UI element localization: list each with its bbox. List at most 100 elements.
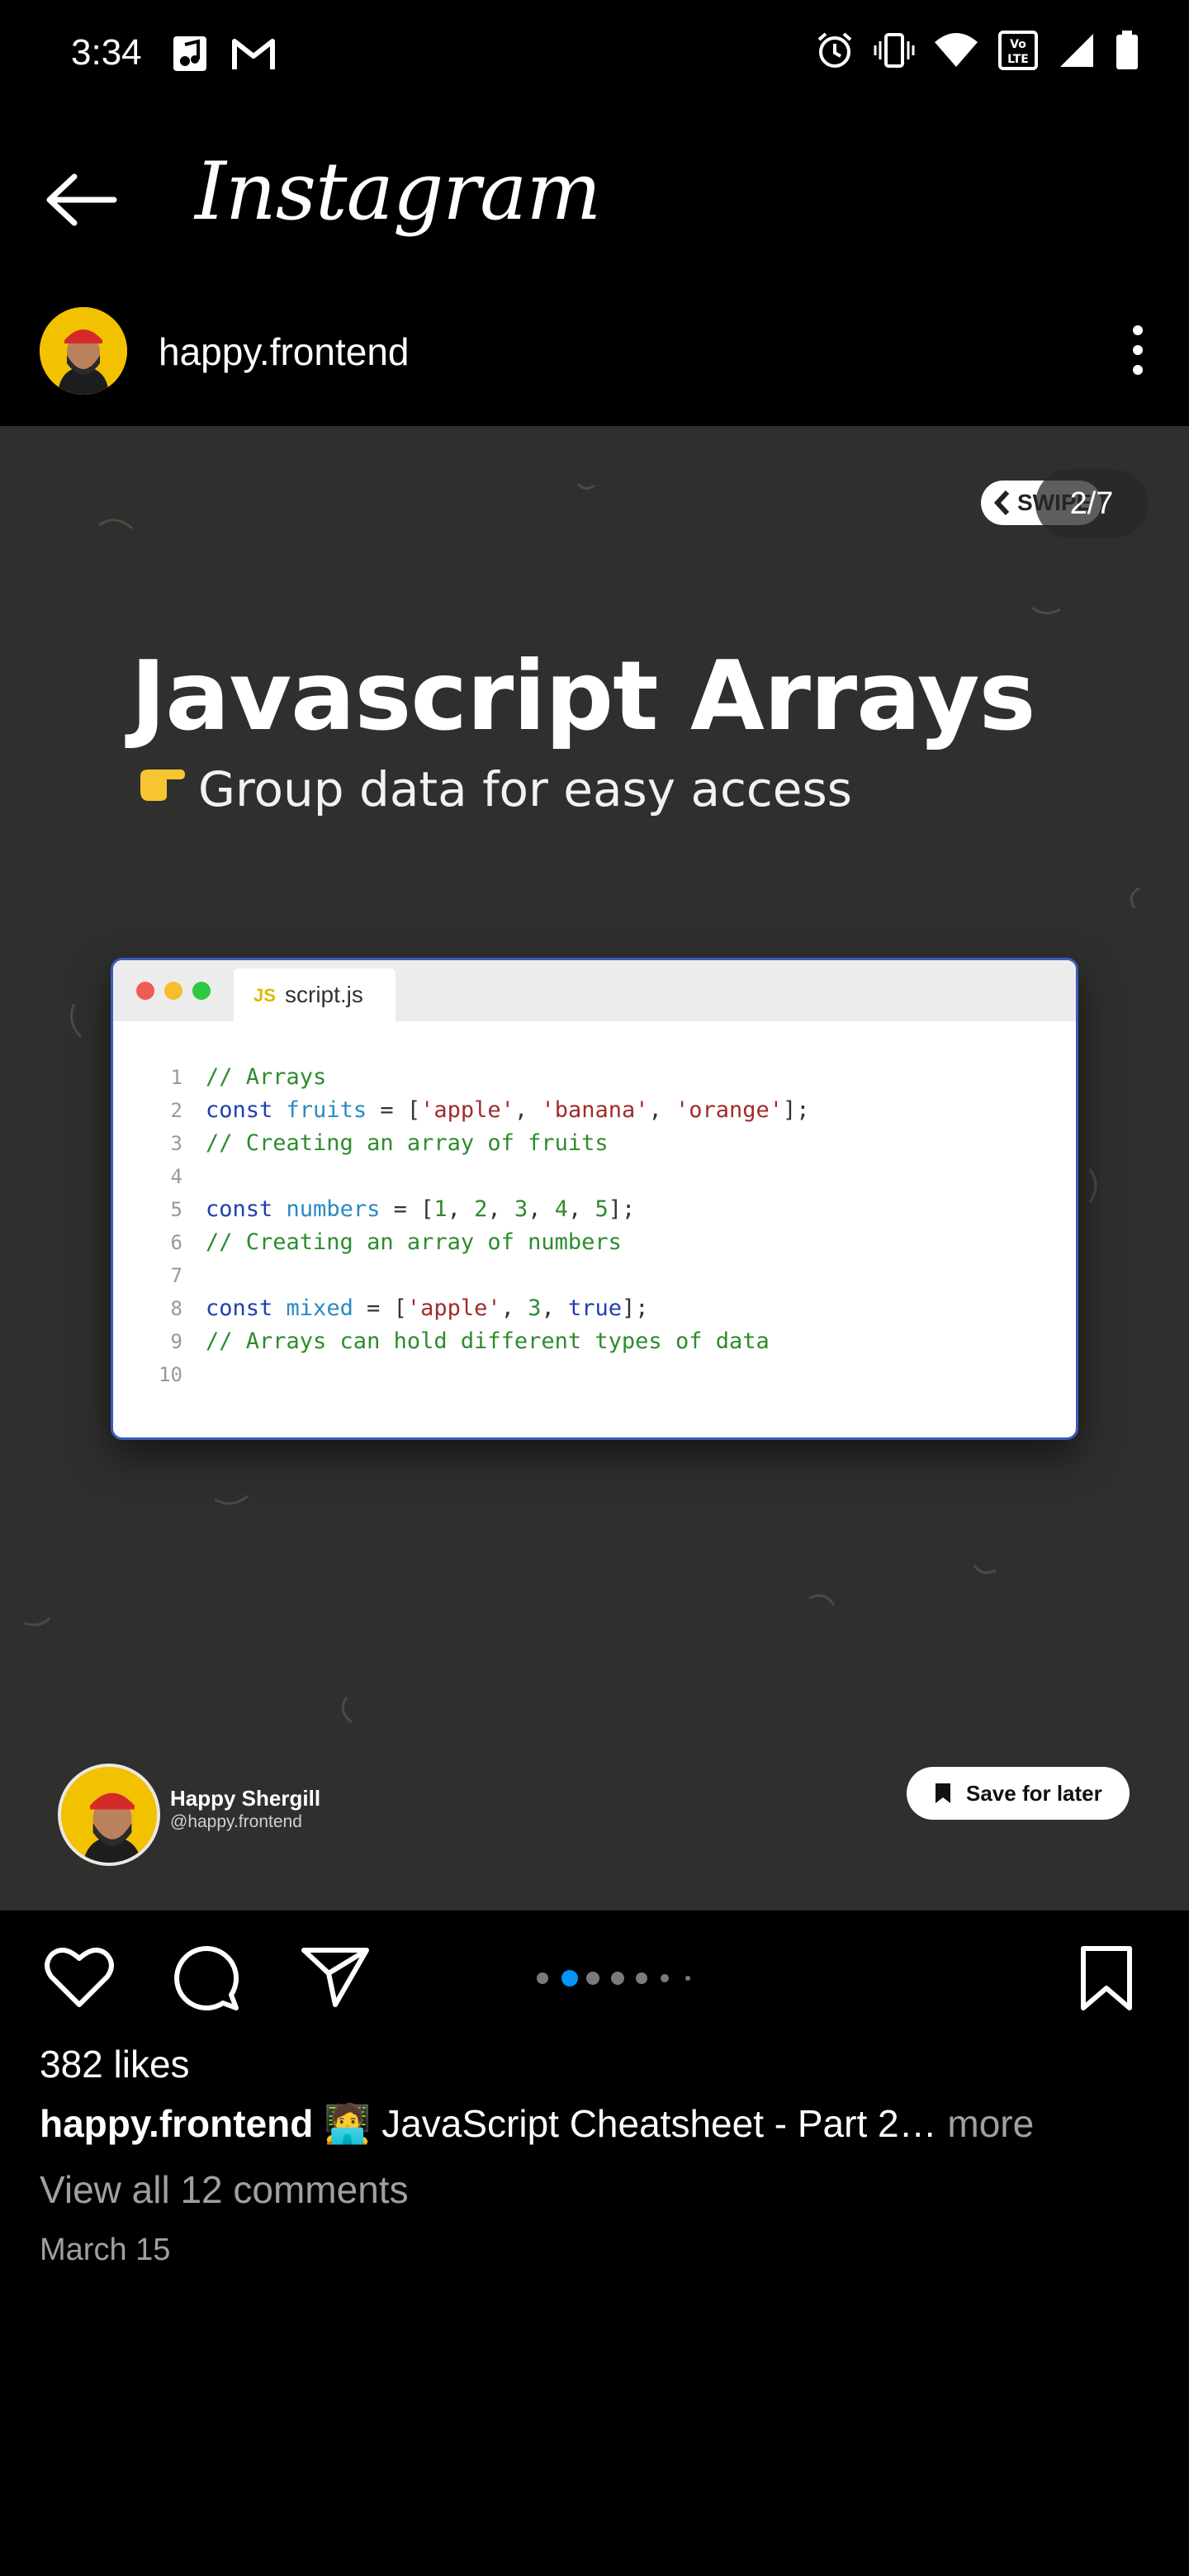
post-date: March 15 (40, 2233, 171, 2267)
code-token: const (206, 1295, 287, 1321)
carousel-dot (685, 1976, 690, 1981)
line-number: 6 (170, 1231, 182, 1254)
post-username[interactable]: happy.frontend (159, 329, 410, 375)
slide-title: Javascript Arrays (130, 641, 1036, 752)
code-token: ]; (608, 1196, 636, 1222)
pointing-hand-icon (140, 769, 185, 801)
author-avatar (58, 1764, 160, 1866)
code-token: 2 (474, 1196, 488, 1222)
heart-icon[interactable] (43, 1944, 116, 2010)
code-token: , (541, 1295, 568, 1321)
svg-text:Vo: Vo (1010, 38, 1026, 51)
code-token: = [ (353, 1295, 407, 1321)
code-line: 6 // Creating an array of numbers (113, 1226, 1076, 1259)
code-body: 1// Arrays 2 const fruits = ['apple', 'ban… (113, 1061, 1076, 1391)
js-badge: JS (253, 985, 276, 1006)
code-token: = [ (380, 1196, 434, 1222)
code-token: , (447, 1196, 475, 1222)
code-token: const (206, 1097, 287, 1123)
caption-text: JavaScript Cheatsheet - Part 2… (381, 2102, 937, 2145)
maximize-dot (192, 982, 211, 1000)
code-token: , (514, 1097, 542, 1123)
tab-filename: script.js (285, 982, 363, 1007)
line-content: // Creating an array of numbers (206, 1226, 622, 1259)
save-for-later-label: Save for later (966, 1781, 1102, 1806)
music-notification-icon (173, 36, 206, 71)
more-vertical-icon[interactable] (1120, 314, 1156, 386)
chevron-left-icon (993, 490, 1010, 516)
author-name: Happy Shergill (170, 1786, 321, 1811)
minimize-dot (164, 982, 182, 1000)
caption-emoji: 🧑‍💻 (324, 2102, 372, 2145)
code-token: 3 (528, 1295, 542, 1321)
post-header: happy.frontend (0, 297, 1189, 405)
code-line: 8 const mixed = ['apple', 3, true]; (113, 1292, 1076, 1325)
avatar-image (40, 307, 127, 395)
line-number: 10 (159, 1363, 182, 1386)
line-content: const numbers = [1, 2, 3, 4, 5]; (206, 1193, 635, 1226)
code-line: 3 // Creating an array of fruits (113, 1127, 1076, 1160)
editor-titlebar: JS script.js (113, 960, 1076, 1021)
line-content: // Arrays can hold different types of da… (206, 1325, 770, 1358)
app-header: Instagram (0, 124, 1189, 264)
line-number: 5 (170, 1198, 182, 1221)
code-token: ]; (783, 1097, 810, 1123)
post-actions (0, 1932, 1189, 2023)
code-token: 1 (433, 1196, 448, 1222)
system-icons: Vo LTE (814, 30, 1139, 71)
code-token: 4 (554, 1196, 568, 1222)
code-token: , (567, 1196, 595, 1222)
line-number: 1 (170, 1066, 182, 1089)
carousel-dot (636, 1972, 647, 1984)
carousel-dot (586, 1972, 599, 1985)
line-number: 7 (170, 1264, 182, 1287)
status-bar: 3:34 Vo LTE (0, 0, 1189, 107)
carousel-dot (537, 1972, 548, 1984)
code-token: , (500, 1295, 528, 1321)
line-number: 9 (170, 1330, 182, 1353)
bookmark-filled-icon (936, 1783, 950, 1803)
svg-text:LTE: LTE (1007, 53, 1029, 66)
bookmark-icon[interactable] (1078, 1944, 1135, 2013)
code-token: 'orange' (675, 1097, 784, 1123)
likes-count[interactable]: 382 likes (40, 2041, 190, 2087)
code-line: 1 // Arrays (113, 1061, 1076, 1094)
code-line: 2 const fruits = ['apple', 'banana', 'ora… (113, 1094, 1076, 1127)
code-token: numbers (286, 1196, 381, 1222)
code-token: true (567, 1295, 622, 1321)
code-token: 5 (594, 1196, 609, 1222)
signal-icon (1060, 34, 1093, 67)
code-line: 9 // Arrays can hold different types of d… (113, 1325, 1076, 1358)
code-token: , (528, 1196, 555, 1222)
avatar[interactable] (40, 307, 127, 395)
code-token: , (648, 1097, 675, 1123)
code-token: 3 (514, 1196, 528, 1222)
code-token: = [ (367, 1097, 421, 1123)
post-image[interactable]: SWIPE 2/7 Javascript Arrays Group data f… (0, 426, 1189, 1911)
code-token: // Creating an array of fruits (206, 1130, 609, 1156)
caption-username[interactable]: happy.frontend (40, 2102, 313, 2145)
author-handle: @happy.frontend (170, 1812, 302, 1831)
code-editor: JS script.js 1 // Arrays 2 const fruits = [… (111, 958, 1078, 1440)
battery-icon (1116, 31, 1138, 69)
line-number: 3 (170, 1132, 182, 1155)
view-comments-link[interactable]: View all 12 comments (40, 2166, 409, 2213)
code-token: fruits (286, 1097, 367, 1123)
notification-icons (168, 31, 277, 76)
vibrate-icon (874, 33, 915, 68)
code-token: // Creating an array of numbers (206, 1229, 622, 1255)
caption-more-link[interactable]: more (947, 2102, 1034, 2145)
close-dot (136, 982, 154, 1000)
carousel-dot-active (561, 1970, 578, 1986)
post-caption[interactable]: happy.frontend 🧑‍💻 JavaScript Cheatsheet… (40, 2100, 1034, 2147)
code-token: 'apple' (420, 1097, 514, 1123)
line-number: 4 (170, 1165, 182, 1188)
code-token: 'apple' (406, 1295, 501, 1321)
code-line: 5 const numbers = [1, 2, 3, 4, 5]; (113, 1193, 1076, 1226)
comment-icon[interactable] (172, 1944, 241, 2013)
arrow-left-icon[interactable] (41, 167, 121, 233)
line-number: 8 (170, 1297, 182, 1320)
code-token: ]; (621, 1295, 649, 1321)
carousel-dot (611, 1972, 624, 1985)
share-icon[interactable] (301, 1944, 370, 2010)
